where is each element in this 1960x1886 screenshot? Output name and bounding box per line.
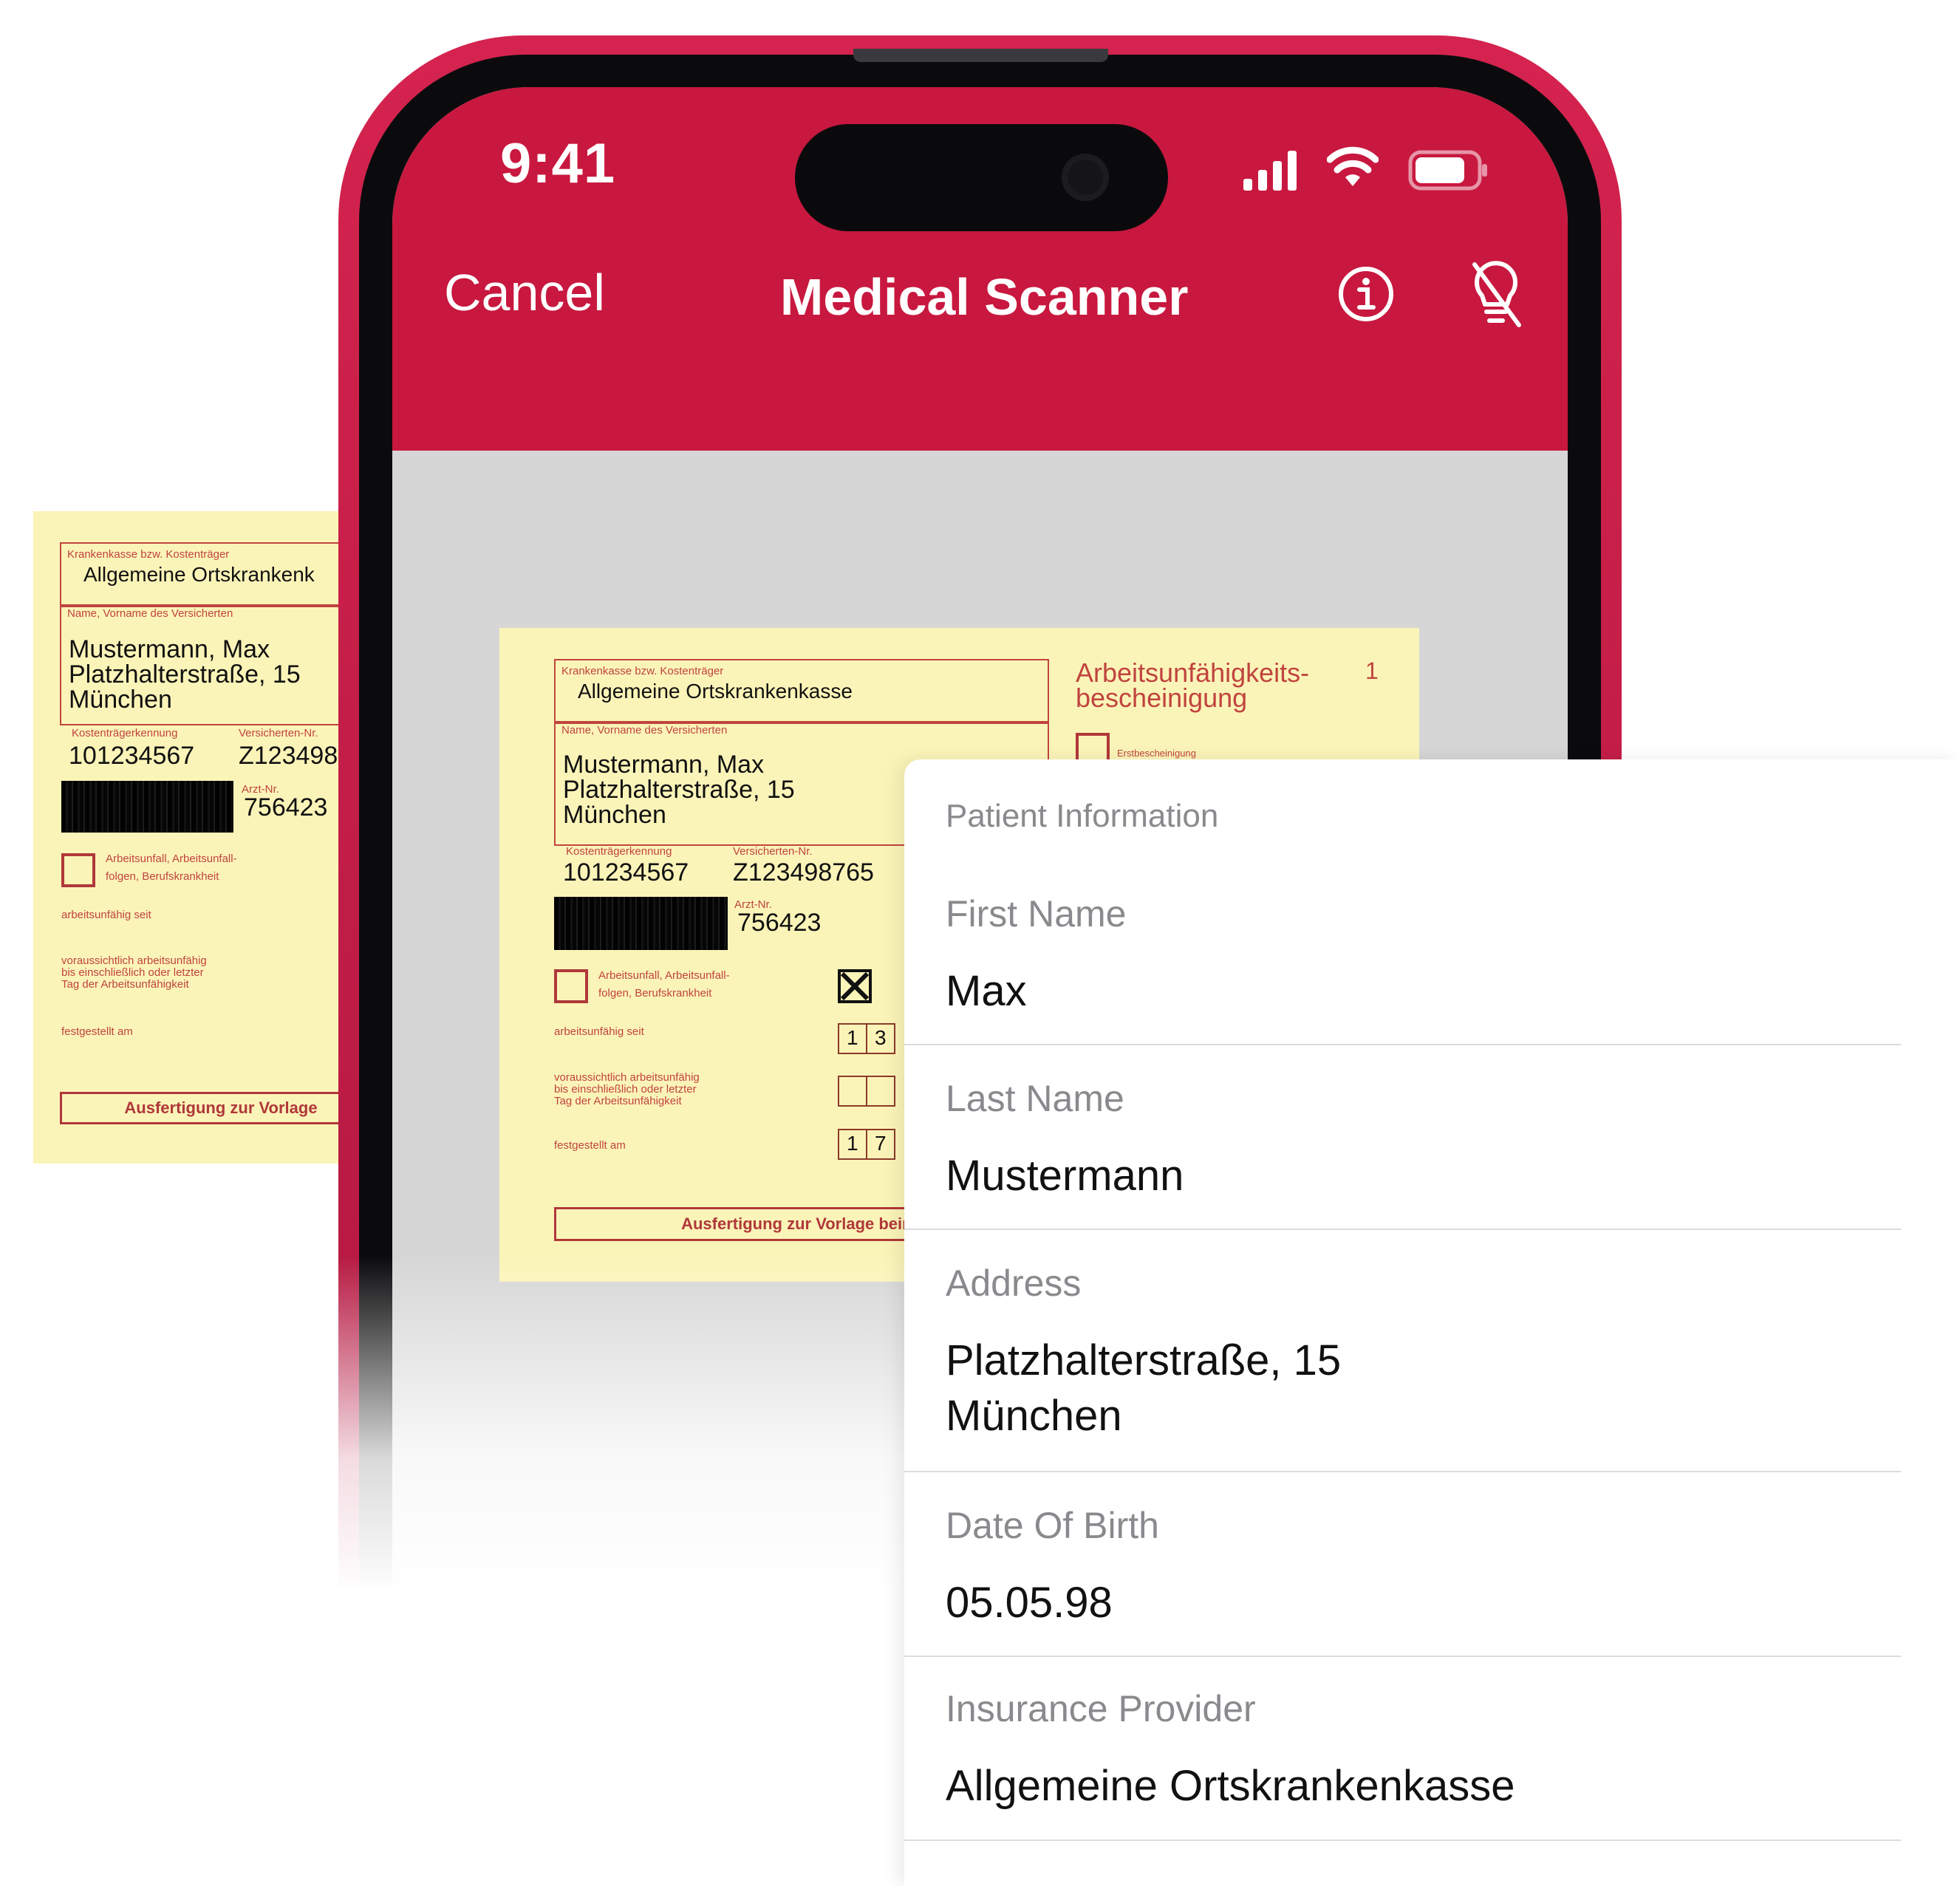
- navigation-bar: Cancel Medical Scanner: [392, 257, 1568, 451]
- field-last-name[interactable]: Last Name Mustermann: [946, 1077, 1901, 1203]
- front-camera: [1062, 154, 1109, 201]
- barcode: [554, 897, 728, 950]
- wifi-icon: [1327, 146, 1379, 186]
- unfall-label-1: Arbeitsunfall, Arbeitsunfall-: [598, 969, 730, 982]
- voraus-label-3: Tag der Arbeitsunfähigkeit: [554, 1095, 682, 1107]
- field-label: Date Of Birth: [946, 1505, 1159, 1546]
- voraus-label-1: voraussichtlich arbeitsunfähig: [61, 954, 207, 967]
- divider: [904, 1656, 1901, 1657]
- kostentraeger-label: Kostenträgerkennung: [566, 845, 672, 858]
- section-header: Patient Information: [946, 798, 1219, 834]
- voraus-label-3: Tag der Arbeitsunfähigkeit: [61, 978, 189, 991]
- unfall-checkbox: [61, 853, 95, 887]
- document-preview-left: Krankenkasse bzw. Kostenträger Allgemein…: [33, 511, 351, 1164]
- versicherten-value: Z123498: [239, 742, 338, 770]
- field-value: Allgemeine Ortskrankenkasse: [946, 1762, 1515, 1810]
- field-insurance-provider[interactable]: Insurance Provider Allgemeine Ortskranke…: [946, 1687, 1901, 1814]
- au-seit-label: arbeitsunfähig seit: [61, 909, 151, 921]
- cancel-button[interactable]: Cancel: [444, 263, 605, 322]
- form-title-line-2: bescheinigung: [1076, 683, 1248, 713]
- unfall-label-1: Arbeitsunfall, Arbeitsunfall-: [106, 853, 237, 865]
- nav-title: Medical Scanner: [780, 268, 1189, 326]
- date-digit-box: [866, 1076, 895, 1107]
- date-digit-box: 1: [838, 1023, 867, 1054]
- status-bar: 9:41: [392, 87, 1568, 257]
- festgestellt-label: festgestellt am: [554, 1139, 626, 1152]
- arzt-value: 756423: [737, 909, 822, 937]
- barcode: [61, 781, 233, 833]
- date-digit-box: 7: [866, 1129, 895, 1160]
- field-value: Platzhalterstraße, 15 München: [946, 1336, 1342, 1441]
- dynamic-island: [795, 124, 1168, 231]
- date-digit-box: 3: [866, 1023, 895, 1054]
- insurer-value: Allgemeine Ortskrankenk: [83, 563, 315, 586]
- date-digit-box: 1: [838, 1129, 867, 1160]
- flash-off-icon[interactable]: [1467, 259, 1525, 329]
- city-value: München: [563, 801, 666, 829]
- insurer-label: Krankenkasse bzw. Kostenträger: [67, 548, 230, 561]
- field-value: Mustermann: [946, 1152, 1184, 1200]
- kostentraeger-value: 101234567: [69, 742, 195, 770]
- patient-info-card: Patient Information First Name Max Last …: [904, 759, 1960, 1886]
- kostentraeger-label: Kostenträgerkennung: [72, 727, 178, 739]
- arzt-value: 756423: [244, 793, 328, 821]
- insurer-value: Allgemeine Ortskrankenkasse: [578, 680, 853, 703]
- field-value: Max: [946, 967, 1027, 1015]
- field-first-name[interactable]: First Name Max: [946, 892, 1901, 1019]
- divider: [904, 1229, 1901, 1230]
- field-date-of-birth[interactable]: Date Of Birth 05.05.98: [946, 1504, 1901, 1630]
- field-value: 05.05.98: [946, 1579, 1113, 1627]
- voraus-label-2: bis einschließlich oder letzter: [554, 1083, 697, 1096]
- date-digit-box: [838, 1076, 867, 1107]
- unfall-checkbox: [554, 969, 588, 1003]
- checkmark-x-icon: [841, 972, 869, 1000]
- checked-checkbox: [838, 969, 872, 1003]
- bottom-label: Ausfertigung zur Vorlage: [124, 1099, 318, 1117]
- name-label: Name, Vorname des Versicherten: [67, 607, 233, 620]
- divider: [904, 1044, 1901, 1045]
- speaker-grille: [853, 49, 1108, 62]
- name-label: Name, Vorname des Versicherten: [561, 724, 728, 737]
- info-icon[interactable]: [1336, 264, 1396, 324]
- insurer-label: Krankenkasse bzw. Kostenträger: [561, 665, 724, 677]
- unfall-label-2: folgen, Berufskrankheit: [106, 870, 219, 883]
- status-time: 9:41: [500, 132, 616, 195]
- versicherten-value: Z123498765: [733, 858, 874, 886]
- kostentraeger-value: 101234567: [563, 858, 689, 886]
- field-label: First Name: [946, 893, 1127, 935]
- divider: [904, 1471, 1901, 1472]
- battery-icon: [1408, 150, 1487, 191]
- field-label: Insurance Provider: [946, 1688, 1256, 1729]
- field-address[interactable]: Address Platzhalterstraße, 15 München: [946, 1262, 1901, 1444]
- versicherten-label: Versicherten-Nr.: [733, 845, 813, 858]
- field-label: Last Name: [946, 1078, 1124, 1119]
- signal-icon: [1243, 151, 1297, 191]
- erst-label: Erstbescheinigung: [1117, 748, 1196, 759]
- voraus-label-2: bis einschließlich oder letzter: [61, 966, 204, 979]
- voraus-label-1: voraussichtlich arbeitsunfähig: [554, 1071, 700, 1084]
- festgestellt-label: festgestellt am: [61, 1025, 133, 1038]
- unfall-label-2: folgen, Berufskrankheit: [598, 987, 712, 1000]
- divider: [904, 1839, 1901, 1841]
- au-seit-label: arbeitsunfähig seit: [554, 1025, 644, 1038]
- city-value: München: [69, 686, 172, 714]
- field-label: Address: [946, 1263, 1082, 1304]
- bottom-label-box: Ausfertigung zur Vorlage: [60, 1092, 351, 1124]
- form-number: 1: [1365, 657, 1379, 684]
- versicherten-label: Versicherten-Nr.: [239, 727, 318, 739]
